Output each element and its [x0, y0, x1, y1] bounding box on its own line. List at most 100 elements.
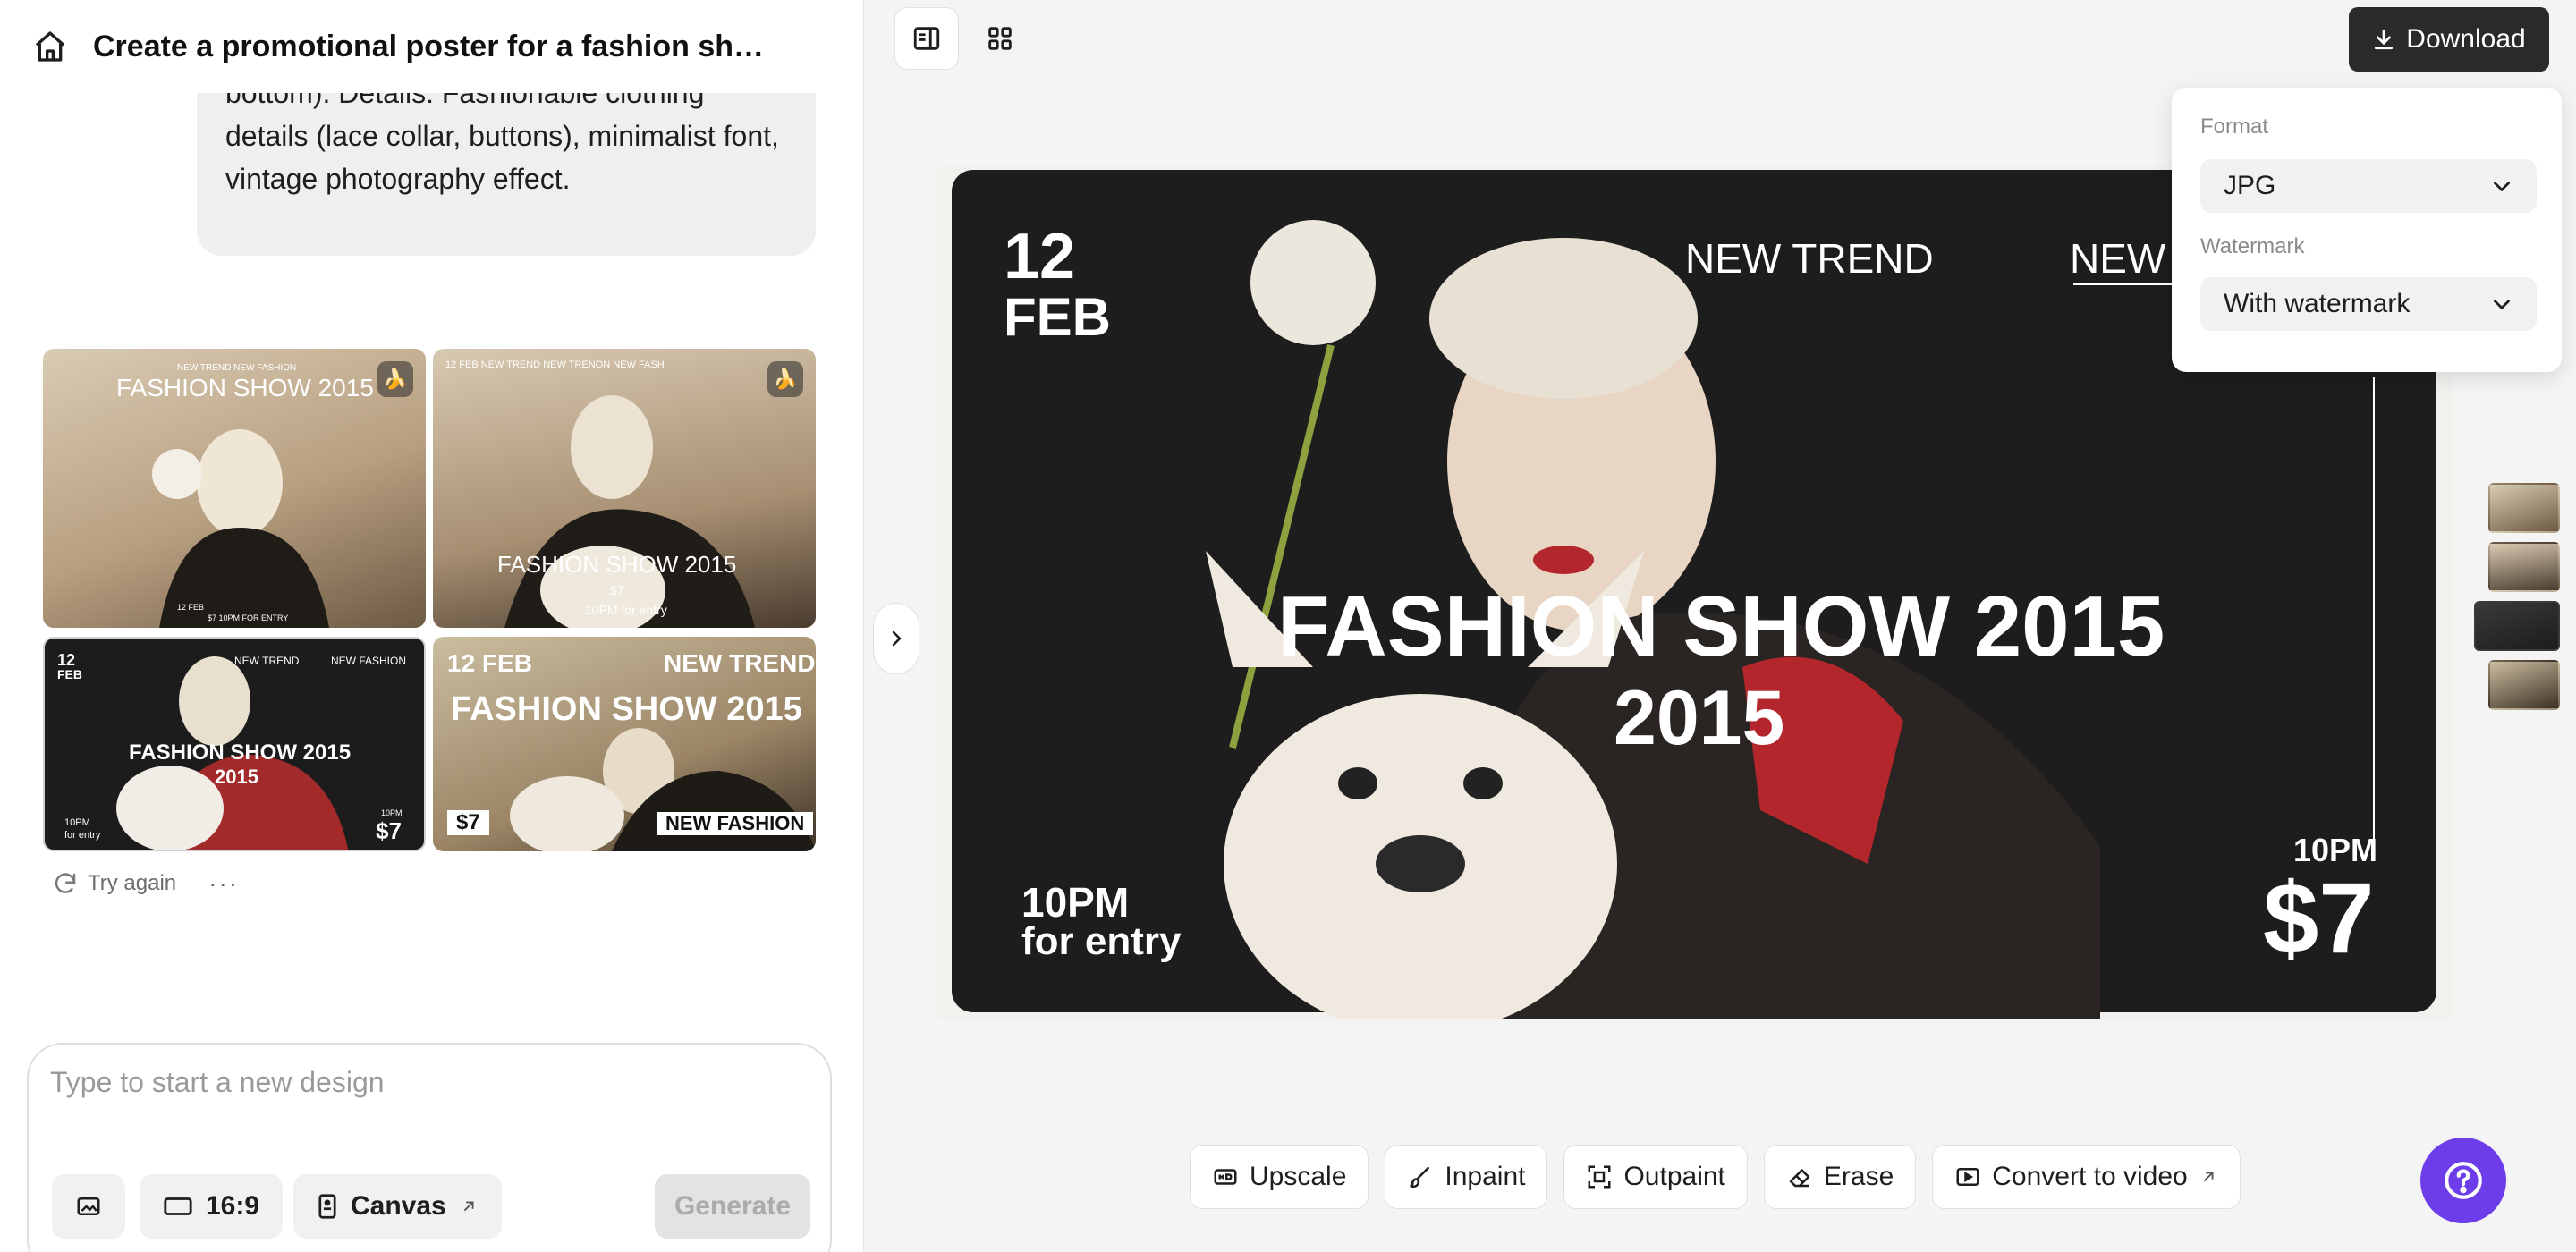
thumb-title: FASHION SHOW 2015 [129, 740, 352, 765]
result-thumb-4[interactable]: 12 FEB NEW TREND FASHION SHOW 2015 $7 NE… [433, 637, 816, 851]
prompt-composer: 16:9 Canvas Generate [27, 1043, 832, 1252]
thumb-price: $7 [376, 817, 402, 844]
hd-icon [1214, 1169, 1237, 1185]
chevron-down-icon [2494, 300, 2510, 310]
aspect-ratio-button[interactable]: 16:9 [140, 1174, 284, 1239]
results-grid: FASHION SHOW 2015 NEW TREND NEW FASHION … [43, 349, 816, 851]
external-link-icon [2203, 1172, 2214, 1182]
thumbnail-strip [2474, 483, 2562, 719]
page-title: Create a promotional poster for a fashio… [93, 29, 765, 63]
eraser-icon [1789, 1169, 1810, 1188]
canvas-button[interactable]: Canvas [293, 1174, 502, 1239]
erase-label: Erase [1823, 1162, 1894, 1191]
download-label: Download [2406, 24, 2526, 54]
inpaint-button[interactable]: Inpaint [1385, 1145, 1548, 1209]
poster-trend-1: NEW TREND [1685, 235, 1934, 282]
result-thumb-2[interactable]: 12 FEB NEW TREND NEW TRENON NEW FASH FAS… [433, 349, 816, 628]
thumb-fashion: NEW FASHION [657, 812, 814, 835]
brush-icon [1410, 1166, 1430, 1189]
image-icon [77, 1197, 100, 1215]
strip-thumb-1[interactable] [2488, 483, 2560, 533]
poster-entry-left: for entry [1021, 919, 1182, 963]
thumb-price: $7 [447, 810, 489, 835]
thumb-time: 10PM [64, 817, 90, 828]
poster-title-line1: FASHION SHOW 2015 [1277, 579, 2165, 674]
result-thumb-3[interactable]: 12 FEB NEW TREND NEW FASHION FASHION SHO… [43, 637, 426, 851]
banana-icon: 🍌 [767, 361, 803, 397]
thumb-title: FASHION SHOW 2015 [497, 551, 737, 578]
format-value: JPG [2224, 171, 2276, 200]
format-select[interactable]: JPG [2200, 159, 2537, 213]
erase-button[interactable]: Erase [1763, 1145, 1917, 1209]
thumb-date: 12 FEB [177, 603, 205, 612]
single-view-button[interactable] [894, 7, 959, 70]
poster-title-line2: 2015 [1614, 675, 1785, 761]
banana-icon: 🍌 [377, 361, 413, 397]
thumb-figure [504, 395, 755, 628]
strip-thumb-4[interactable] [2488, 660, 2560, 710]
help-button[interactable] [2420, 1138, 2506, 1223]
prompt-input[interactable] [50, 1066, 801, 1120]
thumb-date-mon: FEB [57, 667, 82, 681]
thumb-entry: for entry [64, 830, 101, 841]
poster-price: $7 [2263, 862, 2375, 974]
image-upload-button[interactable] [52, 1174, 125, 1239]
poster-trend-2: NEW [2070, 235, 2166, 282]
upscale-button[interactable]: Upscale [1190, 1145, 1369, 1209]
download-icon [2375, 29, 2394, 50]
canvas-icon [318, 1194, 336, 1219]
strip-thumb-3[interactable] [2474, 601, 2560, 651]
grid-view-button[interactable] [968, 7, 1032, 70]
more-options-button[interactable]: ··· [208, 869, 239, 898]
split-view-icon [913, 27, 940, 50]
chat-panel: the top, title in the middle, details at… [0, 0, 864, 1252]
result-thumb-1[interactable]: FASHION SHOW 2015 NEW TREND NEW FASHION … [43, 349, 426, 628]
watermark-label: Watermark [2200, 234, 2305, 258]
chevron-right-icon [892, 630, 902, 647]
watermark-select[interactable]: With watermark [2200, 277, 2537, 331]
try-again-button[interactable]: Try again [88, 871, 176, 896]
chat-header: Create a promotional poster for a fashio… [0, 0, 863, 93]
help-icon [2445, 1162, 2482, 1199]
thumb-date: 12 FEB [447, 649, 532, 677]
outpaint-button[interactable]: Outpaint [1563, 1145, 1748, 1209]
generate-button[interactable]: Generate [655, 1174, 810, 1239]
upscale-label: Upscale [1250, 1162, 1347, 1191]
thumb-top-small: NEW TREND NEW FASHION [177, 363, 297, 373]
watermark-value: With watermark [2224, 289, 2411, 318]
home-icon [35, 31, 65, 62]
convert-label: Convert to video [1992, 1162, 2188, 1191]
grid-icon [988, 27, 1012, 50]
format-label: Format [2200, 114, 2269, 139]
result-actions: Try again ··· [52, 869, 239, 898]
expand-icon [1588, 1165, 1611, 1189]
strip-thumb-2[interactable] [2488, 542, 2560, 592]
download-options-panel: Format JPG Watermark With watermark [2172, 88, 2562, 372]
outpaint-label: Outpaint [1623, 1162, 1725, 1191]
thumb-fashion: NEW FASHION [331, 655, 407, 667]
thumb-bottom: $7 10PM FOR ENTRY [208, 613, 289, 622]
ratio-icon [164, 1197, 192, 1215]
refresh-icon [55, 873, 76, 893]
chevron-down-icon [2494, 182, 2510, 192]
poster-date-month: FEB [1004, 287, 1111, 347]
thumb-title: FASHION SHOW 2015 [116, 374, 374, 402]
collapse-panel-button[interactable] [873, 603, 919, 674]
edit-toolbar: Upscale Inpaint Outpaint Erase Convert t… [1190, 1145, 2241, 1209]
thumb-price: $7 [610, 583, 624, 597]
inpaint-label: Inpaint [1445, 1162, 1526, 1191]
convert-to-video-button[interactable]: Convert to video [1932, 1145, 2241, 1209]
view-toggle-group [894, 7, 1032, 70]
poster-date-num: 12 [1004, 221, 1076, 292]
external-link-icon [463, 1201, 474, 1212]
thumb-trend: NEW TREND [664, 649, 816, 677]
thumb-price-time: 10PM [381, 808, 402, 817]
thumb-title: FASHION SHOW 2015 [451, 690, 802, 728]
thumb-trend: NEW TREND [234, 655, 300, 667]
canvas-label: Canvas [351, 1191, 446, 1221]
home-button[interactable] [27, 23, 73, 70]
thumb-title-line2: 2015 [215, 766, 258, 788]
thumb-top-small: 12 FEB NEW TREND NEW TRENON NEW FASH [445, 360, 665, 370]
thumb-bottom: 10PM for entry [585, 603, 667, 617]
download-button[interactable]: Download [2349, 7, 2549, 72]
